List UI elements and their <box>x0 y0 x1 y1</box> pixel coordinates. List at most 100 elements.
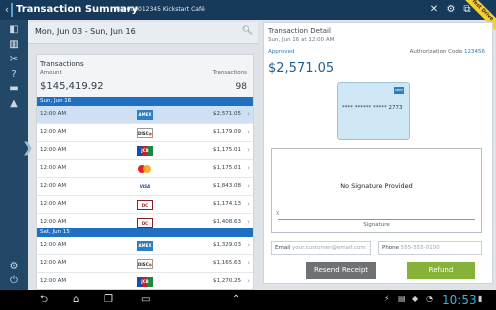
jcb-card-icon: JCB <box>137 146 153 156</box>
table-row[interactable]: 12:00 AM DISC● $1,165.63 › <box>37 255 253 273</box>
detail-date: Sun, Jun 16 at 12:00 AM <box>268 37 335 43</box>
chevron-right-icon: › <box>247 182 250 190</box>
chevron-right-icon: › <box>247 200 250 208</box>
refund-button[interactable]: Refund <box>407 262 475 279</box>
table-row[interactable]: 12:00 AM AMEX $2,571.05 › <box>37 106 253 124</box>
transaction-detail-panel: Transaction Detail Sun, Jun 16 at 12:00 … <box>263 22 493 284</box>
game-icon: ◆ <box>412 294 419 303</box>
row-amount: $1,174.13 <box>213 201 241 207</box>
mastercard-card-icon <box>137 164 153 174</box>
row-amount: $1,179.09 <box>213 129 241 135</box>
row-amount: $1,175.01 <box>213 147 241 153</box>
detail-amount: $2,571.05 <box>268 61 335 76</box>
discover-card-icon: DISC● <box>137 128 153 138</box>
resend-receipt-button[interactable]: Resend Receipt <box>306 262 376 279</box>
email-label: Email <box>275 245 291 251</box>
transactions-heading: Transactions <box>40 60 84 68</box>
amex-card-icon: AMEX <box>137 241 153 251</box>
back-icon[interactable]: ⮌ <box>40 293 48 307</box>
app-icon <box>11 3 13 17</box>
chevron-right-icon: › <box>247 146 250 154</box>
table-row[interactable]: 12:00 AM VISA $1,843.08 › <box>37 178 253 196</box>
sidebar-toggle-icon[interactable]: ◧ <box>6 23 22 37</box>
settings-icon[interactable]: ⚙ <box>444 3 458 17</box>
row-amount: $1,408.63 <box>213 219 241 225</box>
row-amount: $1,329.03 <box>213 242 241 248</box>
chevron-right-icon: › <box>247 259 250 267</box>
chevron-right-icon: › <box>247 110 250 118</box>
battery-icon: ▮ <box>478 294 483 303</box>
summary-icon[interactable]: ▥ <box>6 38 22 52</box>
signature-line <box>278 219 475 220</box>
row-time: 12:00 AM <box>40 219 67 225</box>
row-amount: $1,270.25 <box>213 278 241 284</box>
close-icon[interactable]: ✕ <box>427 3 441 17</box>
chevron-right-icon: › <box>247 277 250 285</box>
amex-card-icon: AMEX <box>137 110 153 120</box>
phone-label: Phone <box>382 245 400 251</box>
transactions-panel: Transactions Amount Transactions $145,41… <box>36 54 254 290</box>
chevron-right-icon: › <box>247 241 250 249</box>
detail-title: Transaction Detail <box>268 27 331 35</box>
help-icon[interactable]: ? <box>6 68 22 82</box>
row-time: 12:00 AM <box>40 129 67 135</box>
transaction-count: 98 <box>235 82 247 92</box>
row-amount: $1,165.63 <box>213 260 241 266</box>
row-time: 12:00 AM <box>40 201 67 207</box>
screen: ‹ Transaction Summary MID000012345 Kicks… <box>0 0 496 310</box>
date-range[interactable]: Mon, Jun 03 - Sun, Jun 16 <box>35 27 136 36</box>
diners-card-icon: DC <box>137 200 153 210</box>
email-field[interactable]: Email your.customer@email.com <box>271 241 371 255</box>
row-time: 12:00 AM <box>40 165 67 171</box>
logout-icon[interactable]: ⏻ <box>6 274 22 288</box>
collapse-icon[interactable]: ❯ <box>22 140 34 156</box>
table-row[interactable]: 12:00 AM DC $1,174.13 › <box>37 196 253 214</box>
day-header: Sat, Jun 15 <box>37 228 253 237</box>
authorization-code: Authorization Code 123456 <box>410 49 485 55</box>
row-time: 12:00 AM <box>40 242 67 248</box>
usb-icon: ⚡ <box>384 294 390 303</box>
date-range-bar[interactable]: Mon, Jun 03 - Sun, Jun 16 🔍︎ <box>28 22 258 44</box>
card-number: **** ****** ***** 2773 <box>342 105 403 111</box>
chevron-right-icon: › <box>247 164 250 172</box>
phone-field[interactable]: Phone 555-555-0100 <box>378 241 482 255</box>
scroll-icon[interactable]: ⌃ <box>232 293 240 307</box>
row-amount: $1,843.08 <box>213 183 241 189</box>
row-time: 12:00 AM <box>40 183 67 189</box>
amount-label: Amount <box>40 70 62 76</box>
merchant-id: MID000012345 Kickstart Café <box>115 6 205 13</box>
discover-card-icon: DISC● <box>137 259 153 269</box>
table-row[interactable]: 12:00 AM $1,175.01 › <box>37 160 253 178</box>
no-signature-text: No Signature Provided <box>340 182 413 190</box>
row-amount: $1,175.01 <box>213 165 241 171</box>
table-row[interactable]: 12:00 AM DISC● $1,179.09 › <box>37 124 253 142</box>
clock: 10:53 <box>442 293 477 307</box>
search-icon[interactable]: 🔍︎ <box>242 26 253 36</box>
row-time: 12:00 AM <box>40 111 67 117</box>
row-time: 12:00 AM <box>40 147 67 153</box>
card-image: AMEX **** ****** ***** 2773 <box>337 82 410 140</box>
jcb-card-icon: JCB <box>137 277 153 287</box>
alert-icon[interactable]: ▲ <box>6 97 22 111</box>
table-row[interactable]: 12:00 AM JCB $1,175.01 › <box>37 142 253 160</box>
email-placeholder: your.customer@email.com <box>292 245 366 251</box>
row-amount: $2,571.05 <box>213 111 241 117</box>
settings-icon[interactable]: ⚙ <box>6 260 22 274</box>
row-time: 12:00 AM <box>40 260 67 266</box>
screenshot-icon[interactable]: ▭ <box>141 293 150 307</box>
signature-x: X <box>276 211 280 217</box>
phone-placeholder: 555-555-0100 <box>400 245 440 251</box>
wifi-icon: ◔ <box>426 294 433 303</box>
chevron-right-icon: › <box>247 128 250 136</box>
count-label: Transactions <box>212 70 247 76</box>
tools-icon[interactable]: ✂ <box>6 53 22 67</box>
recents-icon[interactable]: ❐ <box>104 293 113 307</box>
table-row[interactable]: 12:00 AM JCB $1,270.25 › <box>37 273 253 289</box>
table-row[interactable]: 12:00 AM AMEX $1,329.03 › <box>37 237 253 255</box>
more-icon[interactable]: ▬ <box>6 82 22 96</box>
visa-card-icon: VISA <box>139 184 151 189</box>
auth-label: Authorization Code <box>409 49 463 55</box>
total-amount: $145,419.92 <box>40 81 104 92</box>
system-bar: ⮌ ⌂ ❐ ▭ ⌃ ⚡ ▤ ◆ ◔ 10:53 ▮ <box>0 290 496 310</box>
home-icon[interactable]: ⌂ <box>73 293 79 307</box>
